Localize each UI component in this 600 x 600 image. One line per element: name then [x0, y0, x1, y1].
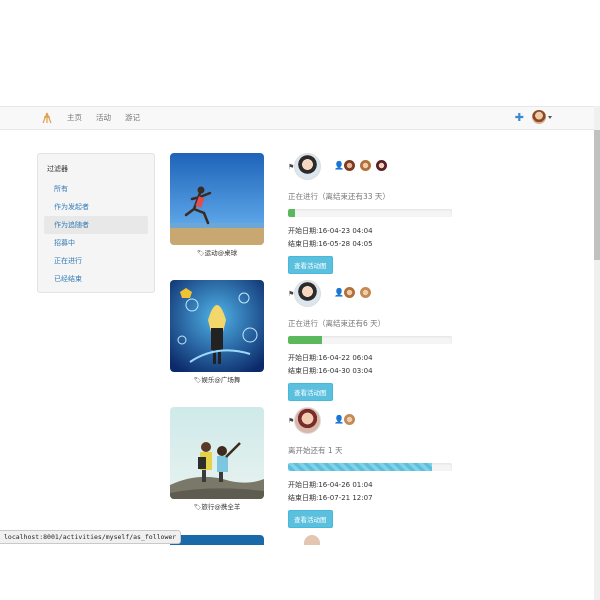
progress-bar — [288, 336, 323, 344]
filter-ongoing[interactable]: 正在进行 — [44, 252, 148, 270]
participant-avatars: ⚑ 👤 — [288, 407, 458, 435]
activity-status: 离开始还有 1 天 — [288, 446, 343, 455]
activity-image[interactable] — [170, 407, 264, 499]
start-date: 开始日期:16-04-22 06:04 — [288, 354, 373, 362]
filter-as-follower[interactable]: 作为追随者 — [44, 216, 148, 234]
start-date: 开始日期:16-04-26 01:04 — [288, 481, 373, 489]
start-date: 开始日期:16-04-23 04:04 — [288, 227, 373, 235]
follower-avatar[interactable] — [343, 159, 356, 172]
activity-info: ⚑ 👤 正在进行（离结束还有6 天） 开始日期:16-04-22 06:04 结… — [288, 280, 458, 401]
nav-links: 主页 活动 游记 — [67, 112, 140, 123]
initiator-avatar[interactable] — [304, 535, 320, 545]
end-date: 结束日期:16-05-28 04:05 — [288, 240, 373, 248]
nav-home[interactable]: 主页 — [67, 112, 82, 123]
activity-image[interactable] — [170, 535, 264, 545]
initiator-avatar[interactable] — [294, 280, 321, 307]
end-date: 结束日期:16-04-30 03:04 — [288, 367, 373, 375]
progress-track — [288, 209, 452, 217]
follower-avatar[interactable] — [343, 286, 356, 299]
activity-dates: 开始日期:16-04-26 01:04 结束日期:16-07-21 12:07 — [288, 479, 458, 505]
filter-ended[interactable]: 已经结束 — [44, 270, 148, 288]
nav-activities[interactable]: 活动 — [96, 112, 111, 123]
filter-all[interactable]: 所有 — [44, 180, 148, 198]
activity-card: 🏷旅行@携全羊 ⚑ 👤 离开始还有 1 天 开始日期:16-04-26 01:0… — [170, 407, 470, 533]
filter-recruiting[interactable]: 招募中 — [44, 234, 148, 252]
user-avatar[interactable] — [532, 110, 546, 124]
plus-icon[interactable]: ✚ — [515, 112, 524, 123]
activity-image[interactable] — [170, 153, 264, 245]
progress-track — [288, 336, 452, 344]
view-activity-button[interactable]: 查看活动图 — [288, 510, 333, 528]
activity-info: ⚑ 👤 正在进行（离结束还有33 天） 开始日期:16-04-23 04:04 … — [288, 153, 458, 274]
progress-bar — [288, 463, 433, 471]
scrollbar-thumb[interactable] — [594, 130, 600, 260]
follower-avatar[interactable] — [375, 159, 388, 172]
follower-avatar[interactable] — [359, 286, 372, 299]
link-status-bar: localhost:8001/activities/myself/as_foll… — [0, 530, 182, 544]
participant-avatars: ⚑ 👤 — [288, 153, 458, 181]
activity-caption: 🏷娱乐@广场舞 — [193, 376, 241, 384]
activity-card: 🏷娱乐@广场舞 ⚑ 👤 正在进行（离结束还有6 天） 开始日期:16-04-22… — [170, 280, 470, 406]
progress-bar — [288, 209, 295, 217]
nav-right: ✚ — [515, 110, 552, 124]
filter-title: 过滤器 — [47, 165, 68, 173]
activity-caption: 🏷旅行@携全羊 — [193, 503, 241, 511]
follower-avatar[interactable] — [359, 159, 372, 172]
filter-panel: 过滤器 所有 作为发起者 作为追随者 招募中 正在进行 已经结束 — [37, 153, 155, 293]
end-date: 结束日期:16-07-21 12:07 — [288, 494, 373, 502]
view-activity-button[interactable]: 查看活动图 — [288, 256, 333, 274]
participant-avatars: ⚑ 👤 — [288, 280, 458, 308]
filter-as-initiator[interactable]: 作为发起者 — [44, 198, 148, 216]
chevron-down-icon[interactable] — [548, 115, 552, 119]
top-navbar: 主页 活动 游记 ✚ — [0, 106, 594, 130]
brand-logo-icon[interactable] — [40, 111, 54, 125]
activity-info: ⚑ 👤 离开始还有 1 天 开始日期:16-04-26 01:04 结束日期:1… — [288, 407, 458, 528]
progress-track — [288, 463, 452, 471]
activity-image[interactable] — [170, 280, 264, 372]
follower-avatar[interactable] — [343, 413, 356, 426]
activity-status: 正在进行（离结束还有33 天） — [288, 192, 390, 201]
initiator-avatar[interactable] — [294, 407, 321, 434]
activity-card: 🏷运动@桌球 ⚑ 👤 正在进行（离结束还有33 天） 开始日期:16-04-23… — [170, 153, 470, 279]
activity-status: 正在进行（离结束还有6 天） — [288, 319, 386, 328]
initiator-avatar[interactable] — [294, 153, 321, 180]
nav-travel-notes[interactable]: 游记 — [125, 112, 140, 123]
activity-caption: 🏷运动@桌球 — [196, 249, 238, 257]
activity-dates: 开始日期:16-04-23 04:04 结束日期:16-05-28 04:05 — [288, 225, 458, 251]
tag-icon: 🏷 — [196, 250, 205, 257]
activity-dates: 开始日期:16-04-22 06:04 结束日期:16-04-30 03:04 — [288, 352, 458, 378]
view-activity-button[interactable]: 查看活动图 — [288, 383, 333, 401]
